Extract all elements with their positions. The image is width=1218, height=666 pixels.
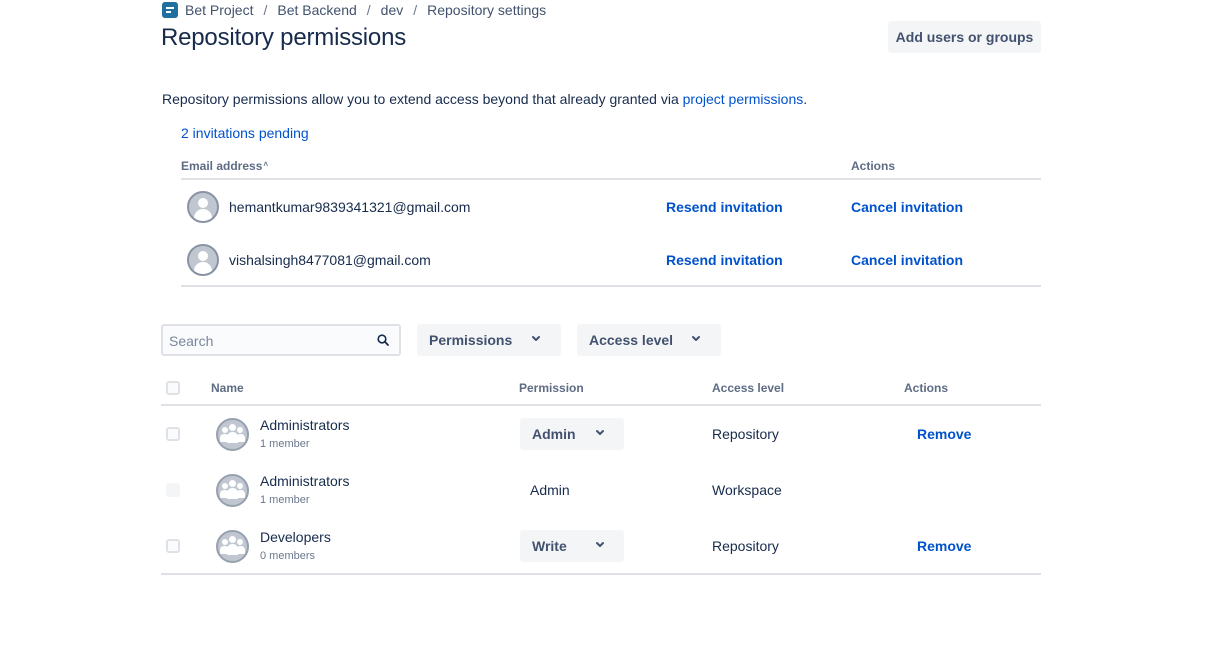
access-level-filter-label: Access level [589,332,674,348]
cancel-invitation-link[interactable]: Cancel invitation [851,199,963,215]
chevron-down-icon [596,430,604,435]
sort-ascending-icon: ˄ [263,160,269,169]
resend-invitation-link[interactable]: Resend invitation [666,199,783,215]
divider [161,573,1041,575]
group-member-count: 0 members [260,550,316,562]
breadcrumb: Bet Project / Bet Backend / dev / Reposi… [162,1,546,19]
permissions-table-header: Name Permission Access level Actions [161,378,1041,406]
chevron-down-icon [532,336,540,341]
invitation-email: hemantkumar9839341321@gmail.com [229,199,471,215]
breadcrumb-item-project[interactable]: Bet Project [185,2,253,18]
name-column-header[interactable]: Name [211,381,244,395]
group-name[interactable]: Developers [260,529,331,545]
user-avatar-icon [187,191,219,223]
description-suffix: . [803,91,808,107]
search-icon[interactable] [377,334,389,346]
group-avatar-icon [216,530,249,563]
permissions-filter-dropdown[interactable]: Permissions [417,324,561,356]
actions-column-header: Actions [851,159,896,173]
invitation-row: hemantkumar9839341321@gmail.com Resend i… [181,181,1041,233]
permission-value: Admin [530,482,570,498]
group-name[interactable]: Administrators [260,473,349,489]
remove-button[interactable]: Remove [917,426,971,442]
access-level-value: Workspace [712,482,782,498]
breadcrumb-separator: / [413,2,418,18]
page-title: Repository permissions [161,24,407,51]
permission-column-header[interactable]: Permission [519,381,584,395]
breadcrumb-item-settings[interactable]: Repository settings [427,2,546,18]
chevron-down-icon [596,542,604,547]
permissions-filter-label: Permissions [429,332,513,348]
invitations-table-header: Email address˄ Actions [181,158,1041,180]
email-column-label: Email address [181,159,263,173]
add-users-or-groups-button[interactable]: Add users or groups [888,21,1041,53]
group-name[interactable]: Administrators [260,417,349,433]
breadcrumb-item-branch[interactable]: dev [381,2,404,18]
permission-select-value: Admin [532,426,576,442]
resend-invitation-link[interactable]: Resend invitation [666,252,783,268]
actions-column-header: Actions [904,381,949,395]
cancel-invitation-link[interactable]: Cancel invitation [851,252,963,268]
table-row: Administrators 1 member Admin Repository… [161,406,1041,462]
permission-select-value: Write [532,538,567,554]
table-row: Developers 0 members Write Repository Re… [161,518,1041,574]
group-avatar-icon [216,474,249,507]
group-member-count: 1 member [260,438,310,450]
invitation-row: vishalsingh8477081@gmail.com Resend invi… [181,234,1041,286]
table-row: Administrators 1 member Admin Workspace [161,462,1041,518]
search-input[interactable] [169,331,364,351]
chevron-down-icon [692,336,700,341]
invitation-email: vishalsingh8477081@gmail.com [229,252,431,268]
access-level-filter-dropdown[interactable]: Access level [577,324,721,356]
divider [181,285,1041,287]
access-level-value: Repository [712,426,779,442]
user-avatar-icon [187,244,219,276]
row-checkbox[interactable] [166,539,180,553]
search-field[interactable] [161,324,401,356]
breadcrumb-separator: / [366,2,371,18]
select-all-checkbox[interactable] [166,381,180,395]
breadcrumb-item-repository[interactable]: Bet Backend [277,2,356,18]
bitbucket-repo-icon [162,2,178,18]
row-checkbox[interactable] [166,427,180,441]
invitations-pending-toggle[interactable]: 2 invitations pending [181,125,309,141]
access-level-column-header[interactable]: Access level [712,381,784,395]
page-description: Repository permissions allow you to exte… [162,91,807,107]
remove-button[interactable]: Remove [917,538,971,554]
breadcrumb-separator: / [263,2,268,18]
project-permissions-link[interactable]: project permissions [683,91,804,107]
group-avatar-icon [216,418,249,451]
permission-select[interactable]: Write [520,530,624,562]
email-column-header[interactable]: Email address˄ [181,159,268,173]
row-checkbox-disabled [166,483,180,497]
permission-select[interactable]: Admin [520,418,624,450]
description-text: Repository permissions allow you to exte… [162,91,683,107]
access-level-value: Repository [712,538,779,554]
group-member-count: 1 member [260,494,310,506]
